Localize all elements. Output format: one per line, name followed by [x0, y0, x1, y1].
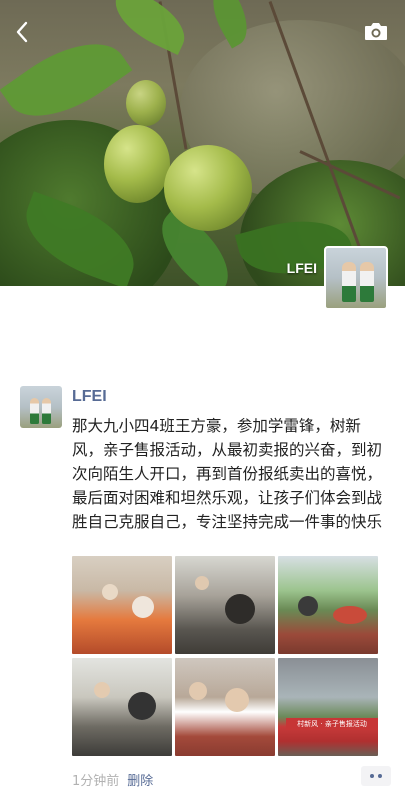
- photo-figure: [225, 594, 255, 624]
- avatar-figure: [342, 262, 356, 302]
- post-author-name[interactable]: LFEI: [72, 388, 107, 406]
- cover-fruit: [126, 80, 166, 126]
- avatar-figure: [30, 398, 39, 424]
- avatar-figure: [360, 262, 374, 302]
- camera-button[interactable]: [363, 20, 391, 46]
- photo-banner: 村新风 · 亲子售报活动: [286, 718, 378, 730]
- cover-fruit: [104, 125, 170, 203]
- back-arrow-icon: [16, 21, 28, 43]
- photo-figure: [225, 688, 249, 712]
- photo-figure: [195, 576, 209, 590]
- post-photo[interactable]: [175, 658, 275, 756]
- post-meta: 1分钟前 删除: [72, 770, 153, 789]
- photo-figure: [102, 584, 118, 600]
- post-author-avatar[interactable]: [20, 386, 62, 428]
- photo-figure: [333, 606, 367, 624]
- photo-figure: [94, 682, 110, 698]
- delete-link[interactable]: 删除: [127, 774, 153, 789]
- post-text: 那大九小四4班王方豪，参加学雷锋，树新风，亲子售报活动，从最初卖报的兴奋，到初次…: [72, 417, 383, 531]
- more-dots-icon: [370, 774, 382, 778]
- back-button[interactable]: [8, 18, 36, 46]
- post-photo[interactable]: [175, 556, 275, 654]
- more-button[interactable]: [361, 766, 391, 786]
- cover-leaf: [105, 0, 195, 56]
- avatar-figure: [42, 398, 51, 424]
- photo-figure: [128, 692, 156, 720]
- photo-figure: [132, 596, 154, 618]
- photo-grid: 村新风 · 亲子售报活动: [72, 556, 379, 756]
- profile-avatar[interactable]: [324, 246, 388, 310]
- profile-name: LFEI: [286, 260, 317, 276]
- photo-figure: [189, 682, 207, 700]
- cover-image[interactable]: [0, 0, 405, 286]
- post-time: 1分钟前: [72, 774, 120, 789]
- camera-icon: [365, 23, 387, 40]
- post-photo[interactable]: [72, 658, 172, 756]
- post-photo[interactable]: 村新风 · 亲子售报活动: [278, 658, 378, 756]
- post-photo[interactable]: [278, 556, 378, 654]
- photo-figure: [298, 596, 318, 616]
- post-photo[interactable]: [72, 556, 172, 654]
- cover-fruit: [164, 145, 252, 231]
